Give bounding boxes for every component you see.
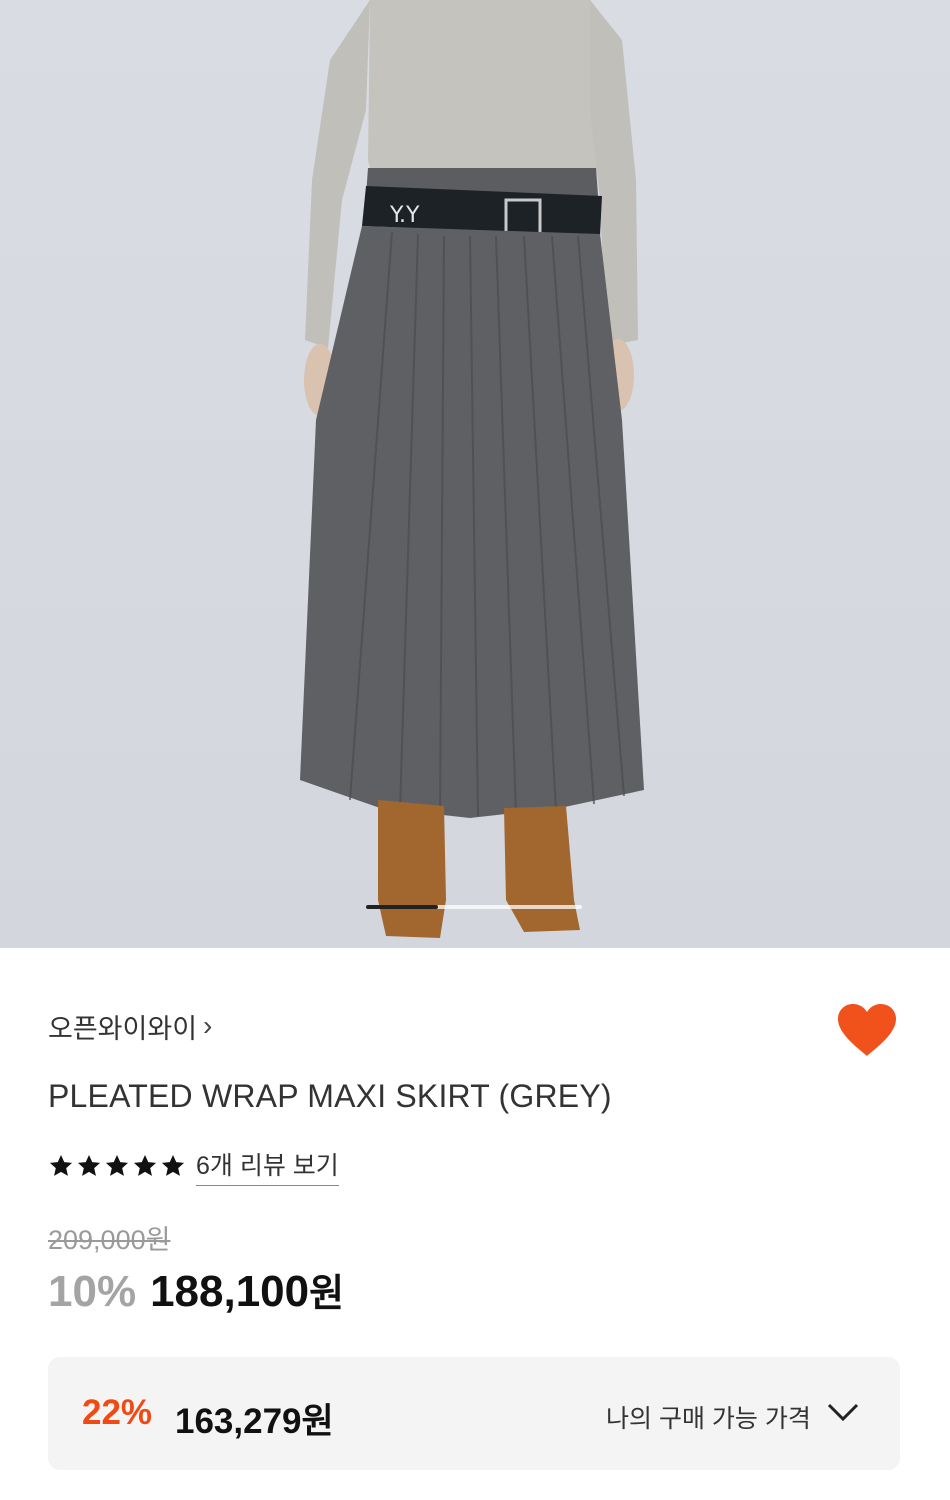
rating-stars <box>48 1153 186 1179</box>
star-icon <box>133 1154 157 1176</box>
my-price-panel[interactable]: 22% 163,279원 나의 구매 가능 가격 <box>48 1357 900 1470</box>
rating-row: 6개 리뷰 보기 <box>48 1146 339 1186</box>
price-row: 10% 188,100원 <box>48 1262 344 1317</box>
brand-link[interactable]: 오픈와이와이 › <box>48 1006 212 1046</box>
sale-price-unit: 원 <box>309 1273 345 1315</box>
review-link[interactable]: 6개 리뷰 보기 <box>196 1146 339 1186</box>
chevron-down-icon[interactable] <box>826 1401 860 1423</box>
discount-rate: 10% <box>48 1267 137 1316</box>
chevron-right-icon: › <box>203 1010 213 1041</box>
heart-icon[interactable] <box>836 1002 898 1058</box>
original-price: 209,000원 <box>48 1225 171 1255</box>
sale-price-value: 188,100 <box>150 1267 310 1316</box>
my-price-label: 나의 구매 가능 가격 <box>606 1405 811 1433</box>
star-icon <box>161 1154 185 1176</box>
star-icon <box>105 1154 129 1176</box>
carousel-indicator-active <box>366 905 438 909</box>
my-price-amount: 163,279원 <box>175 1402 334 1441</box>
product-image[interactable]: Y.Y <box>0 0 950 948</box>
star-icon <box>49 1154 73 1176</box>
product-title: PLEATED WRAP MAXI SKIRT (GREY) <box>48 1078 612 1114</box>
star-icon <box>77 1154 101 1176</box>
sale-price: 188,100원 <box>150 1262 344 1317</box>
product-photo-illustration: Y.Y <box>300 0 644 938</box>
brand-name: 오픈와이와이 <box>48 1013 198 1044</box>
my-discount-rate: 22% <box>82 1393 153 1432</box>
carousel-indicator <box>366 905 582 909</box>
svg-text:Y.Y: Y.Y <box>389 203 420 228</box>
